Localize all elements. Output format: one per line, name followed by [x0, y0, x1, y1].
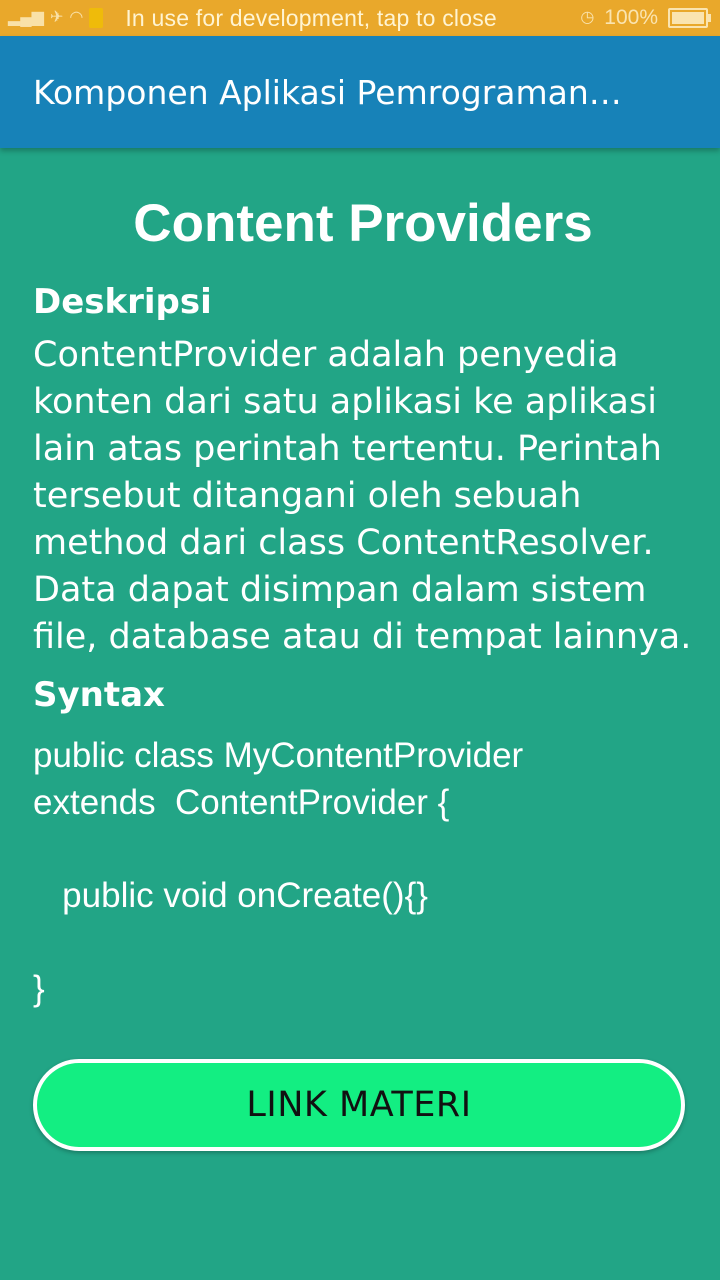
alarm-icon: ◷: [580, 9, 595, 26]
description-heading: Deskripsi: [33, 282, 212, 322]
signal-icon: ▂▄▆: [8, 9, 44, 26]
syntax-code: public class MyContentProvider extends C…: [33, 736, 524, 1008]
content-area: Content Providers Deskripsi ContentProvi…: [33, 148, 693, 1012]
notification-icon: [89, 8, 104, 28]
status-bar[interactable]: ▂▄▆ ✈ ◠ In use for development, tap to c…: [0, 0, 720, 36]
app-bar: Komponen Aplikasi Pemrograman…: [0, 36, 720, 148]
description-text: ContentProvider adalah penyedia konten d…: [33, 335, 692, 657]
status-notification-text[interactable]: In use for development, tap to close: [125, 5, 497, 32]
link-materi-button[interactable]: LINK MATERI: [33, 1059, 685, 1151]
airplane-icon: ✈: [49, 9, 64, 26]
status-icons: ▂▄▆ ✈ ◠: [8, 8, 104, 28]
page-title: Content Providers: [133, 194, 593, 253]
app-title: Komponen Aplikasi Pemrograman…: [33, 72, 622, 112]
syntax-heading: Syntax: [33, 675, 165, 715]
battery-percent: 100%: [604, 6, 658, 29]
battery-icon: [668, 8, 711, 28]
status-right: ◷ 100%: [580, 0, 711, 36]
wifi-icon: ◠: [69, 9, 84, 26]
